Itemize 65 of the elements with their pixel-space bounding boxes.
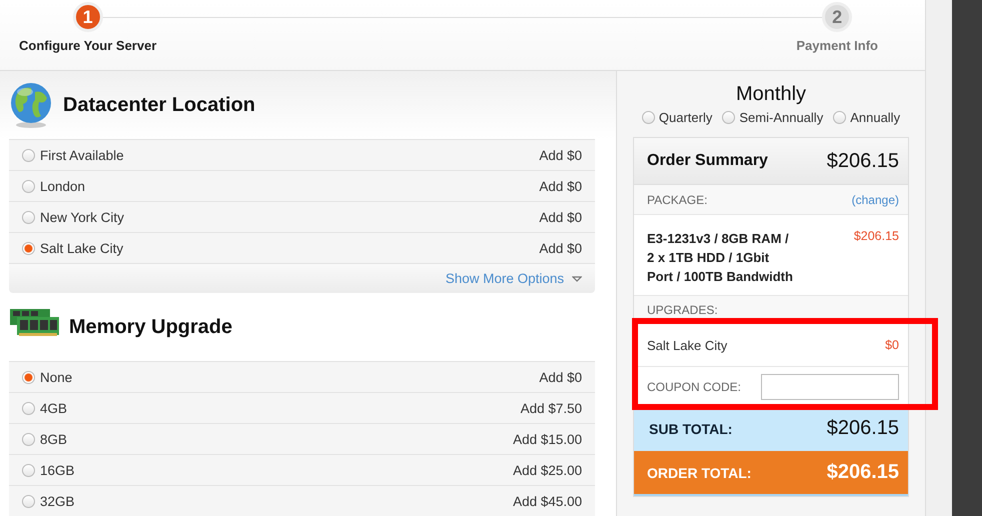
cycle-label: Quarterly	[658, 110, 712, 125]
upgrade-price: $0	[885, 338, 899, 352]
radio-button[interactable]	[22, 370, 35, 384]
section-title: Datacenter Location	[63, 94, 256, 116]
order-total-label: ORDER TOTAL:	[647, 464, 752, 480]
option-price: Add $0	[539, 148, 582, 162]
cycle-label: Semi-Annually	[739, 110, 824, 125]
summary-title: Order Summary	[647, 152, 768, 170]
package-price: $206.15	[854, 229, 899, 243]
upgrades-label: UPGRADES:	[647, 302, 718, 316]
option-price: Add $25.00	[512, 462, 582, 478]
radio-button[interactable]	[22, 242, 35, 254]
coupon-label: COUPON CODE:	[647, 380, 742, 394]
option-row[interactable]: 8GB Add $15.00	[9, 423, 595, 454]
option-label: Salt Lake City	[40, 240, 124, 256]
globe-icon	[9, 82, 53, 128]
radio-button[interactable]	[722, 111, 736, 124]
billing-cycle-title: Monthly	[736, 83, 806, 106]
radio-button[interactable]	[22, 464, 35, 476]
step-label: Payment Info	[796, 38, 878, 53]
option-label: 8GB	[40, 432, 68, 446]
radio-button[interactable]	[22, 432, 35, 446]
option-row[interactable]: None Add $0	[9, 361, 595, 392]
step-number: 1	[72, 2, 103, 32]
subtotal-label: SUB TOTAL:	[649, 420, 732, 436]
upgrade-name: Salt Lake City	[647, 338, 728, 352]
option-row[interactable]: London Add $0	[9, 170, 595, 201]
option-price: Add $0	[539, 210, 582, 224]
radio-button[interactable]	[22, 148, 35, 162]
option-price: Add $7.50	[520, 400, 582, 416]
option-label: First Available	[40, 148, 125, 162]
coupon-field[interactable]	[761, 374, 899, 400]
option-price: Add $0	[539, 240, 582, 256]
option-label: London	[40, 178, 86, 194]
option-row[interactable]: 16GB Add $25.00	[9, 454, 595, 485]
option-row[interactable]: New York City Add $0	[9, 201, 595, 232]
summary-total: $206.15	[826, 150, 899, 172]
option-label: New York City	[40, 210, 126, 224]
step-label: Configure Your Server	[19, 38, 156, 53]
section-title: Memory Upgrade	[69, 316, 232, 338]
option-label: 16GB	[40, 462, 76, 478]
option-row[interactable]: First Available Add $0	[9, 139, 595, 170]
option-price: Add $0	[539, 370, 582, 384]
option-label: None	[40, 370, 74, 384]
radio-button[interactable]	[22, 402, 35, 414]
radio-button[interactable]	[22, 494, 35, 508]
step-number: 2	[822, 2, 852, 32]
option-price: Add $0	[539, 178, 582, 194]
package-description: E3-1231v3 / 8GB RAM / 2 x 1TB HDD / 1Gbit Port / 100TB Bandwidth	[647, 230, 794, 286]
package-label: PACKAGE:	[647, 192, 708, 206]
option-label: 32GB	[40, 494, 76, 508]
radio-button[interactable]	[22, 210, 35, 224]
radio-button[interactable]	[833, 111, 846, 124]
subtotal-value: $206.15	[826, 417, 899, 440]
radio-button[interactable]	[22, 180, 35, 192]
option-row[interactable]: 4GB Add $7.50	[9, 392, 595, 423]
option-row[interactable]: 32GB Add $45.00	[9, 485, 595, 516]
cycle-label: Annually	[850, 110, 900, 125]
option-row[interactable]: Salt Lake City Add $0	[9, 232, 595, 263]
radio-button[interactable]	[642, 111, 655, 124]
option-price: Add $45.00	[512, 494, 582, 508]
option-price: Add $15.00	[512, 432, 582, 446]
caret-icon	[572, 276, 582, 282]
option-label: 4GB	[40, 400, 68, 416]
order-total-value: $206.15	[826, 461, 899, 484]
